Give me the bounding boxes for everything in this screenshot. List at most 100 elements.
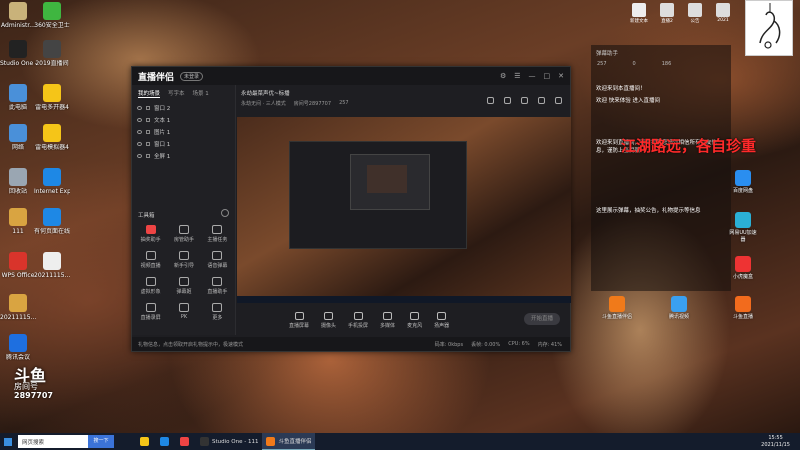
- lock-icon[interactable]: [146, 130, 150, 134]
- taskbar-app[interactable]: [176, 433, 196, 450]
- visibility-icon[interactable]: [137, 106, 142, 110]
- scene-tab[interactable]: 我的场景: [138, 89, 161, 98]
- desktop-icon[interactable]: 回收站: [0, 168, 36, 195]
- source-layer-row[interactable]: 文本 1: [132, 114, 235, 126]
- desktop-icon[interactable]: 网络: [0, 124, 36, 151]
- lock-icon[interactable]: [146, 154, 150, 158]
- desktop-icon[interactable]: 小虎魔盒: [728, 256, 758, 280]
- bell-icon[interactable]: [538, 97, 545, 104]
- taskbar-search[interactable]: 网页搜索 搜一下: [18, 435, 114, 448]
- start-live-button[interactable]: 开始直播: [524, 313, 560, 325]
- nested-preview-window-3: [367, 165, 407, 193]
- taskbar-app[interactable]: [136, 433, 156, 450]
- source-layer-row[interactable]: 窗口 2: [132, 102, 235, 114]
- source-layer-row[interactable]: 图片 1: [132, 126, 235, 138]
- share-icon[interactable]: [555, 97, 562, 104]
- tool-icon: [178, 277, 189, 286]
- toolbox-item[interactable]: 弹幕姬: [167, 277, 200, 295]
- stream-category[interactable]: 永劫无间 · 三人模式: [241, 100, 286, 107]
- desktop-icon[interactable]: 腾讯会议: [0, 334, 36, 361]
- desktop-icon[interactable]: 斗鱼直播: [728, 296, 758, 320]
- room-number: 房间号2897707: [293, 101, 332, 107]
- file-icon[interactable]: 公告: [684, 3, 706, 29]
- visibility-icon[interactable]: [137, 118, 142, 122]
- add-source-button[interactable]: 扬声器: [434, 311, 449, 329]
- file-icon[interactable]: 直播2: [656, 3, 678, 29]
- settings-icon[interactable]: ⚙: [500, 72, 506, 80]
- scene-tab[interactable]: 场景 1: [193, 89, 209, 98]
- visibility-icon[interactable]: [137, 142, 142, 146]
- chat-message: 欢迎来到本直播间！: [596, 86, 646, 92]
- lock-icon[interactable]: [146, 142, 150, 146]
- taskbar-app-icon: [140, 437, 149, 446]
- toolbox-collapse-icon[interactable]: [221, 209, 229, 217]
- desktop-icon[interactable]: 20211115...: [34, 252, 70, 279]
- app-titlebar[interactable]: 直播伴侣 未登录 ⚙ ☰ — □ ✕: [132, 67, 570, 85]
- scene-tab[interactable]: 写字本: [168, 89, 185, 98]
- close-icon[interactable]: ✕: [558, 72, 564, 80]
- desktop-icon[interactable]: Internet Explorer: [34, 168, 70, 195]
- toolbox-item[interactable]: 语音弹幕: [201, 251, 234, 269]
- desktop-icon[interactable]: 雷电多开器4: [34, 84, 70, 111]
- toolbox-item[interactable]: PK: [167, 303, 200, 321]
- source-icon: [294, 311, 304, 320]
- desktop-icon[interactable]: 2019直播间: [34, 40, 70, 67]
- desktop-icon[interactable]: 有何页面在线: [34, 208, 70, 235]
- toolbox-item[interactable]: 直播录屏: [134, 303, 167, 321]
- toolbox-item[interactable]: 主播任务: [201, 225, 234, 243]
- desktop-icon[interactable]: 网易UU加速器: [728, 212, 758, 243]
- taskbar-app[interactable]: [156, 433, 176, 450]
- desktop-icon[interactable]: 此电脑: [0, 84, 36, 111]
- login-badge[interactable]: 未登录: [180, 71, 204, 81]
- add-source-button[interactable]: 麦克风: [407, 311, 422, 329]
- desktop-icon[interactable]: 百度网盘: [728, 170, 758, 194]
- toolbox-item[interactable]: 更多: [201, 303, 234, 321]
- search-button[interactable]: 搜一下: [88, 435, 114, 448]
- visibility-icon[interactable]: [137, 154, 142, 158]
- source-layer-row[interactable]: 窗口 1: [132, 138, 235, 150]
- taskbar-clock[interactable]: 15:55 2021/11/15: [761, 435, 800, 449]
- desktop-icon[interactable]: 360安全卫士: [34, 2, 70, 29]
- add-source-button[interactable]: 摄像头: [321, 311, 336, 329]
- visibility-icon[interactable]: [137, 130, 142, 134]
- desktop-icon[interactable]: 20211115...: [0, 294, 36, 321]
- toolbox-item[interactable]: 直播助手: [201, 277, 234, 295]
- toolbox-item[interactable]: 新手引导: [167, 251, 200, 269]
- layout-icon[interactable]: [487, 97, 494, 104]
- taskbar-app[interactable]: 斗鱼直播伴侣: [262, 433, 316, 450]
- start-button[interactable]: [0, 433, 16, 450]
- taskbar-app-label: 斗鱼直播伴侣: [278, 439, 312, 445]
- toolbox-item[interactable]: 视频直播: [134, 251, 167, 269]
- file-icon[interactable]: 新建文本: [628, 3, 650, 29]
- toolbox-item[interactable]: 抽奖助手: [134, 225, 167, 243]
- danmaku-panel[interactable]: 弹幕助手 257 0 186 欢迎来到本直播间！ 欢迎 快来体验 进入直播间 欢…: [591, 45, 731, 291]
- lock-icon[interactable]: [146, 106, 150, 110]
- desktop-icon[interactable]: WPS Office: [0, 252, 36, 279]
- maximize-icon[interactable]: □: [544, 72, 551, 80]
- live-companion-window[interactable]: 直播伴侣 未登录 ⚙ ☰ — □ ✕ 我的场景 写字本 场景 1 窗口 2 文本 1 图…: [131, 66, 571, 352]
- desktop-icon[interactable]: Administr...: [0, 2, 36, 29]
- lock-icon[interactable]: [504, 97, 511, 104]
- source-layer-row[interactable]: 全屏 1: [132, 150, 235, 162]
- minimize-icon[interactable]: —: [529, 72, 536, 80]
- desktop-icon[interactable]: 腾讯视频: [664, 296, 694, 320]
- menu-icon[interactable]: ☰: [514, 72, 520, 80]
- taskbar-app[interactable]: Studio One - 111: [196, 433, 262, 450]
- desktop-icon[interactable]: Studio One 4: [0, 40, 36, 67]
- stream-title[interactable]: 永劫最菜声优~标播: [241, 89, 290, 97]
- search-input[interactable]: 网页搜索: [22, 438, 44, 446]
- toolbox-item[interactable]: 虚拟形象: [134, 277, 167, 295]
- file-icon[interactable]: 2021: [712, 3, 734, 29]
- shop-icon[interactable]: [521, 97, 528, 104]
- stream-preview-canvas[interactable]: [237, 117, 571, 303]
- add-source-button[interactable]: 多媒体: [380, 311, 395, 329]
- lock-icon[interactable]: [146, 118, 150, 122]
- add-source-button[interactable]: 手机投屏: [348, 311, 368, 329]
- taskbar-app-label: Studio One - 111: [212, 438, 259, 445]
- add-source-button[interactable]: 直播屏幕: [289, 311, 309, 329]
- toolbox-item[interactable]: 房管助手: [167, 225, 200, 243]
- desktop-icon[interactable]: 斗鱼直播伴侣: [602, 296, 632, 320]
- tool-label: 弹幕姬: [176, 289, 192, 295]
- desktop-icon[interactable]: 111: [0, 208, 36, 235]
- desktop-icon[interactable]: 雷电模拟器4: [34, 124, 70, 151]
